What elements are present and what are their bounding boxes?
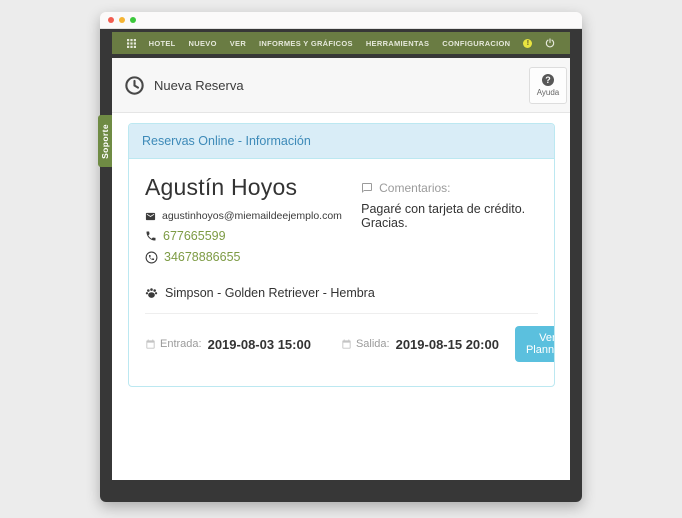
panel-heading: Reservas Online - Información [129, 124, 554, 159]
pet-info-row: Simpson - Golden Retriever - Hembra [145, 286, 538, 300]
power-icon[interactable] [545, 38, 555, 48]
guest-email-row: agustinhoyos@miemaildeejemplo.com [145, 210, 361, 222]
page-header: Nueva Reserva ? Ayuda [112, 58, 570, 113]
paw-icon [145, 287, 158, 300]
checkout-label: Salida: [356, 338, 390, 350]
guest-email: agustinhoyos@miemaildeejemplo.com [162, 210, 342, 222]
nav-item-configuracion[interactable]: CONFIGURACION [442, 39, 510, 48]
guest-whatsapp-row[interactable]: 34678886655 [145, 250, 361, 264]
nav-item-nuevo[interactable]: NUEVO [189, 39, 217, 48]
support-tab-label: Soporte [100, 124, 110, 159]
checkout-value: 2019-08-15 20:00 [396, 337, 499, 352]
app-content: Nueva Reserva ? Ayuda Reservas Online - … [112, 58, 570, 480]
ver-planning-button[interactable]: Ver Planning [515, 326, 555, 362]
support-tab[interactable]: Soporte [98, 115, 112, 167]
main-navbar: HOTEL NUEVO VER INFORMES Y GRÁFICOS HERR… [112, 32, 570, 54]
reservation-info-panel: Reservas Online - Información Agustín Ho… [128, 123, 555, 387]
comments-label-row: Comentarios: [361, 181, 538, 195]
comments-text: Pagaré con tarjeta de crédito. Gracias. [361, 202, 538, 230]
close-window-button[interactable] [108, 17, 114, 23]
desktop-background: { "window": { "controls": {"close_color"… [0, 0, 682, 518]
checkin-label: Entrada: [160, 338, 202, 350]
guest-whatsapp[interactable]: 34678886655 [164, 250, 240, 264]
nav-item-hotel[interactable]: HOTEL [149, 39, 176, 48]
guest-name: Agustín Hoyos [145, 174, 361, 201]
divider [145, 313, 538, 314]
help-button[interactable]: ? Ayuda [529, 67, 567, 104]
guest-phone-row[interactable]: 677665599 [145, 229, 361, 243]
comments-label: Comentarios: [379, 181, 450, 195]
whatsapp-icon [145, 251, 158, 264]
alert-circle-icon[interactable]: ! [523, 39, 532, 48]
stay-dates-row: Entrada: 2019-08-03 15:00 Salida: 2019-0… [145, 326, 538, 362]
checkin-group: Entrada: 2019-08-03 15:00 [145, 337, 311, 352]
panel-body: Agustín Hoyos agustinhoyos@miemaildeejem… [129, 159, 554, 386]
calendar-icon [145, 339, 156, 350]
guest-phone[interactable]: 677665599 [163, 229, 226, 243]
checkout-group: Salida: 2019-08-15 20:00 [341, 337, 499, 352]
window-titlebar [100, 12, 582, 29]
maximize-window-button[interactable] [130, 17, 136, 23]
nav-item-ver[interactable]: VER [230, 39, 246, 48]
checkin-value: 2019-08-03 15:00 [208, 337, 311, 352]
pet-info: Simpson - Golden Retriever - Hembra [165, 286, 375, 300]
window-frame: HOTEL NUEVO VER INFORMES Y GRÁFICOS HERR… [100, 29, 582, 502]
minimize-window-button[interactable] [119, 17, 125, 23]
page-title: Nueva Reserva [154, 78, 244, 93]
nav-item-informes-y-graficos[interactable]: INFORMES Y GRÁFICOS [259, 39, 353, 48]
clock-icon [124, 75, 145, 96]
phone-icon [145, 230, 157, 242]
question-circle-icon: ? [542, 74, 554, 86]
calendar-icon [341, 339, 352, 350]
apps-grid-icon[interactable] [127, 39, 136, 48]
help-button-label: Ayuda [537, 88, 560, 97]
nav-item-herramientas[interactable]: HERRAMIENTAS [366, 39, 429, 48]
comment-bubble-icon [361, 182, 373, 194]
envelope-icon [145, 211, 156, 222]
browser-window: HOTEL NUEVO VER INFORMES Y GRÁFICOS HERR… [100, 12, 582, 502]
